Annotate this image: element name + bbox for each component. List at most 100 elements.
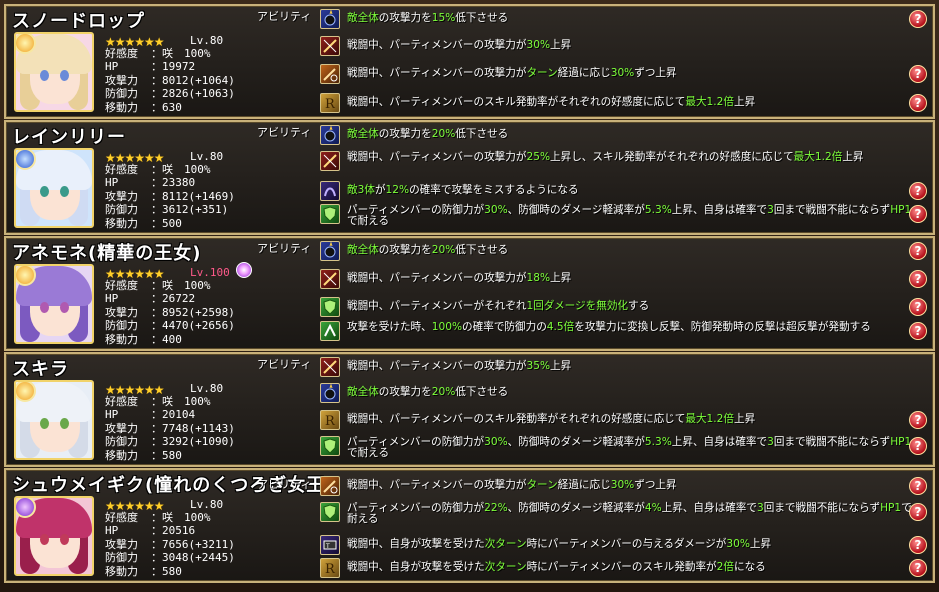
sword-burst-icon — [320, 36, 340, 56]
help-button[interactable]: ? — [909, 94, 927, 112]
ability-row: 敵全体の攻撃力を20%低下させる — [320, 124, 913, 146]
stat-list: 好感度 ：咲 100% HP ：20516 攻撃力 ：7656(+3211) 防御力 ：304… — [105, 511, 235, 578]
movement-stat: 移動力 ：400 — [105, 333, 235, 346]
stat-value: ：8112(+1469) — [151, 189, 235, 203]
ability-row: 戦闘中、パーティメンバーの攻撃力がターン経過に応じ30%ずつ上昇 — [320, 63, 913, 85]
highlight-value: 最大1.2倍 — [793, 151, 843, 163]
highlight-value: 敵全体 — [347, 244, 379, 256]
text-segment: 低下させる — [455, 12, 509, 24]
help-button[interactable]: ? — [909, 65, 927, 83]
ability-text: 敵全体の攻撃力を15%低下させる — [347, 12, 912, 24]
stat-label: 移動力 — [105, 100, 138, 114]
help-button[interactable]: ? — [909, 536, 927, 554]
stat-value: ：4470(+2656) — [151, 319, 235, 333]
sun-attribute-icon — [16, 34, 36, 54]
highlight-value: 30% — [610, 479, 635, 491]
help-button[interactable]: ? — [909, 477, 927, 495]
hp-stat: HP ：20516 — [105, 524, 235, 537]
ability-text: 敵全体の攻撃力を20%低下させる — [347, 386, 912, 398]
movement-stat: 移動力 ：630 — [105, 101, 235, 114]
highlight-value: 100% — [431, 321, 463, 333]
ability-row: 敵3体が12%の確率で攻撃をミスするようになる — [320, 180, 913, 202]
help-button[interactable]: ? — [909, 437, 927, 455]
text-segment: 攻撃を受けた時、 — [347, 321, 432, 333]
ability-row: パーティメンバーの防御力が22%、防御時のダメージ軽減率が4%上昇、自身は確率で… — [320, 501, 913, 525]
level-label: Lv.80 — [190, 498, 224, 511]
character-portrait[interactable] — [14, 496, 94, 576]
ability-text: 戦闘中、パーティメンバーの攻撃力がターン経過に応じ30%ずつ上昇 — [347, 479, 912, 491]
text-segment: 上昇 — [550, 360, 572, 372]
character-panel: シュウメイギク(憧れのくつろぎ女王) ★★★★★★ Lv.80 好感度 ：咲 100% H… — [4, 468, 935, 583]
shield-icon — [320, 297, 340, 317]
stat-value: ：19972 — [151, 60, 196, 74]
stat-label: 好感度 — [105, 163, 138, 176]
text-segment: 上昇、自身は確率で — [671, 204, 768, 216]
highlight-value: 3 — [767, 436, 774, 448]
stat-label: HP — [105, 524, 119, 538]
help-button[interactable]: ? — [909, 270, 927, 288]
level-label: Lv.80 — [190, 382, 224, 395]
ability-row: 敵全体の攻撃力を20%低下させる — [320, 382, 913, 404]
text-segment: 上昇し、スキル発動率がそれぞれの好感度に応じて — [550, 151, 794, 163]
stat-value: ：3612(+351) — [151, 203, 229, 217]
text-segment: の攻撃力を — [378, 244, 432, 256]
help-button[interactable]: ? — [909, 10, 927, 28]
text-segment: 上昇 — [842, 151, 864, 163]
ability-text: 戦闘中、自身が攻撃を受けた次ターン時にパーティメンバーの与えるダメージが30%上… — [347, 538, 912, 550]
svg-text:R: R — [325, 414, 336, 429]
ability-row: 攻撃を受けた時、100%の確率で防御力の4.5倍を攻撃力に変換し反撃、防御発動時… — [320, 320, 913, 342]
help-button[interactable]: ? — [909, 298, 927, 316]
stat-value: ：630 — [151, 100, 182, 114]
text-segment: 、防御時のダメージ軽減率が — [507, 436, 645, 448]
ability-row: 戦闘中、パーティメンバーの攻撃力が18%上昇 — [320, 268, 913, 290]
stat-label: 攻撃力 — [105, 189, 138, 203]
highlight-value: 35% — [526, 360, 551, 372]
sword-burst-icon — [320, 151, 340, 171]
highlight-value: 18% — [526, 272, 551, 284]
text-segment: 戦闘中、パーティメンバーのスキル発動率がそれぞれの好感度に応じて — [347, 413, 686, 425]
stat-label: HP — [105, 176, 119, 190]
stat-value: ：580 — [151, 448, 182, 462]
help-button[interactable]: ? — [909, 559, 927, 577]
text-segment: 戦闘中、パーティメンバーの攻撃力が — [347, 151, 527, 163]
ability-row: R 戦闘中、パーティメンバーのスキル発動率がそれぞれの好感度に応じて最大1.2倍上… — [320, 409, 913, 431]
defense-stat: 防御力 ：3612(+351) — [105, 203, 235, 216]
help-button[interactable]: ? — [909, 242, 927, 260]
highlight-value: 15% — [431, 12, 456, 24]
character-portrait[interactable] — [14, 32, 94, 112]
help-button[interactable]: ? — [909, 182, 927, 200]
help-button[interactable]: ? — [909, 411, 927, 429]
text-segment: が — [374, 184, 386, 196]
svg-text:R: R — [325, 97, 336, 112]
highlight-value: 5.3% — [644, 436, 672, 448]
character-portrait[interactable] — [14, 380, 94, 460]
stat-list: 好感度 ：咲 100% HP ：26722 攻撃力 ：8952(+2598) 防御力 ：447… — [105, 279, 235, 346]
text-segment: 時にパーティメンバーのスキル発動率が — [526, 561, 717, 573]
skill-rate-icon: R — [320, 93, 340, 113]
help-button[interactable]: ? — [909, 503, 927, 521]
stat-value: ：8952(+2598) — [151, 305, 235, 319]
blast-icon — [320, 241, 340, 261]
ability-tag: アビリティ — [257, 478, 312, 491]
ability-text: パーティメンバーの防御力が22%、防御時のダメージ軽減率が4%上昇、自身は確率で… — [347, 502, 912, 525]
help-button[interactable]: ? — [909, 322, 927, 340]
text-segment: 低下させる — [455, 128, 509, 140]
stat-label: 防御力 — [105, 319, 138, 333]
character-portrait[interactable] — [14, 264, 94, 344]
stat-value: ：20516 — [151, 524, 196, 538]
stat-label: 好感度 — [105, 279, 138, 292]
text-segment: 上昇 — [550, 272, 572, 284]
ability-row: 戦闘中、パーティメンバーの攻撃力が25%上昇し、スキル発動率がそれぞれの好感度に… — [320, 150, 913, 172]
ability-row: パーティメンバーの防御力が30%、防御時のダメージ軽減率が5.3%上昇、自身は確… — [320, 203, 913, 227]
blue-attribute-icon — [16, 150, 36, 170]
text-segment: 上昇 — [550, 39, 572, 51]
character-portrait[interactable] — [14, 148, 94, 228]
stat-label: 好感度 — [105, 395, 138, 408]
highlight-value: 3 — [757, 502, 764, 514]
defense-stat: 防御力 ：3292(+1090) — [105, 435, 235, 448]
text-segment: 低下させる — [455, 386, 509, 398]
text-segment: 上昇、自身は確率で — [671, 436, 768, 448]
ability-row: T 戦闘中、自身が攻撃を受けた次ターン時にパーティメンバーの与えるダメージが30%… — [320, 534, 913, 556]
help-button[interactable]: ? — [909, 205, 927, 223]
sun-attribute-icon — [16, 266, 36, 286]
